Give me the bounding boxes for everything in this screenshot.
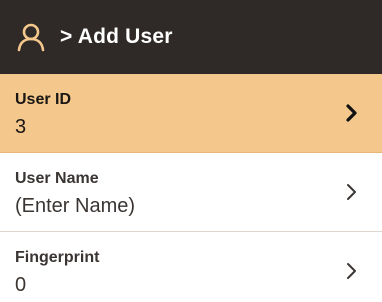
menu-item-fingerprint[interactable]: Fingerprint 0 [0, 232, 382, 302]
menu-item-user-id[interactable]: User ID 3 [0, 74, 382, 153]
page-title: > Add User [60, 25, 173, 48]
menu-item-value: 3 [15, 116, 27, 138]
chevron-right-icon [346, 261, 358, 281]
chevron-right-icon [346, 103, 358, 123]
menu-item-label: User ID [15, 91, 72, 108]
menu-item-label: Fingerprint [15, 249, 100, 266]
chevron-right-icon [346, 182, 358, 202]
menu-item-value: 0 [15, 274, 27, 296]
title-bar: > Add User [0, 0, 382, 74]
menu-item-user-name[interactable]: User Name (Enter Name) [0, 153, 382, 232]
menu-item-label: User Name [15, 170, 99, 187]
add-user-screen: > Add User User ID 3 User Name (Enter Na… [0, 0, 382, 302]
menu-item-value: (Enter Name) [15, 195, 136, 217]
user-icon [16, 22, 46, 52]
